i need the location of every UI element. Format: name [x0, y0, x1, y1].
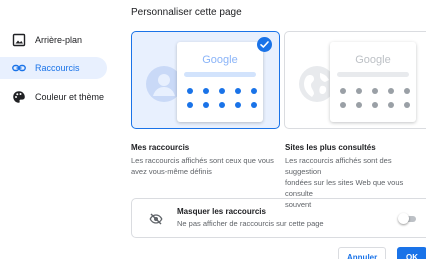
option-card-most-visited[interactable]: Google [284, 31, 426, 129]
preview-shortcut-row [340, 102, 410, 108]
preview-search-bar [184, 72, 256, 77]
option-title-my-shortcuts: Mes raccourcis [131, 143, 190, 152]
preview-logo: Google [355, 54, 391, 66]
sidebar-item-background[interactable]: Arrière-plan [0, 29, 107, 51]
hide-shortcuts-row[interactable]: Masquer les raccourcis Ne pas afficher d… [131, 198, 426, 238]
preview-logo: Google [202, 54, 238, 66]
option-description-my-shortcuts: Les raccourcis affichés sont ceux que vo… [131, 156, 274, 176]
preview-shortcut-row [187, 102, 257, 108]
preview-shortcut-row [187, 88, 257, 94]
image-icon [12, 33, 26, 47]
option-title-most-visited: Sites les plus consultés [285, 143, 376, 152]
sidebar-item-shortcuts[interactable]: Raccourcis [0, 57, 107, 79]
sidebar-item-label: Raccourcis [35, 63, 80, 73]
hide-shortcuts-subtitle: Ne pas afficher de raccourcis sur cette … [177, 219, 324, 228]
palette-icon [13, 91, 25, 103]
check-icon [257, 37, 272, 52]
preview-search-bar [337, 72, 409, 77]
sidebar-item-label: Arrière-plan [35, 35, 83, 45]
shortcuts-preview: Google [177, 42, 263, 122]
eye-off-icon [149, 213, 163, 225]
most-visited-preview: Google [330, 42, 416, 122]
sidebar-item-color-theme[interactable]: Couleur et thème [0, 86, 107, 108]
option-card-my-shortcuts[interactable]: Google [131, 31, 280, 129]
ok-button[interactable]: OK [397, 247, 426, 259]
hide-shortcuts-toggle[interactable] [398, 212, 418, 226]
hide-shortcuts-title: Masquer les raccourcis [177, 207, 266, 216]
sidebar-item-label: Couleur et thème [35, 92, 105, 102]
cancel-button[interactable]: Annuler [338, 247, 387, 259]
link-icon [12, 64, 26, 72]
preview-shortcut-row [340, 88, 410, 94]
dialog-title: Personnaliser cette page [131, 7, 242, 18]
